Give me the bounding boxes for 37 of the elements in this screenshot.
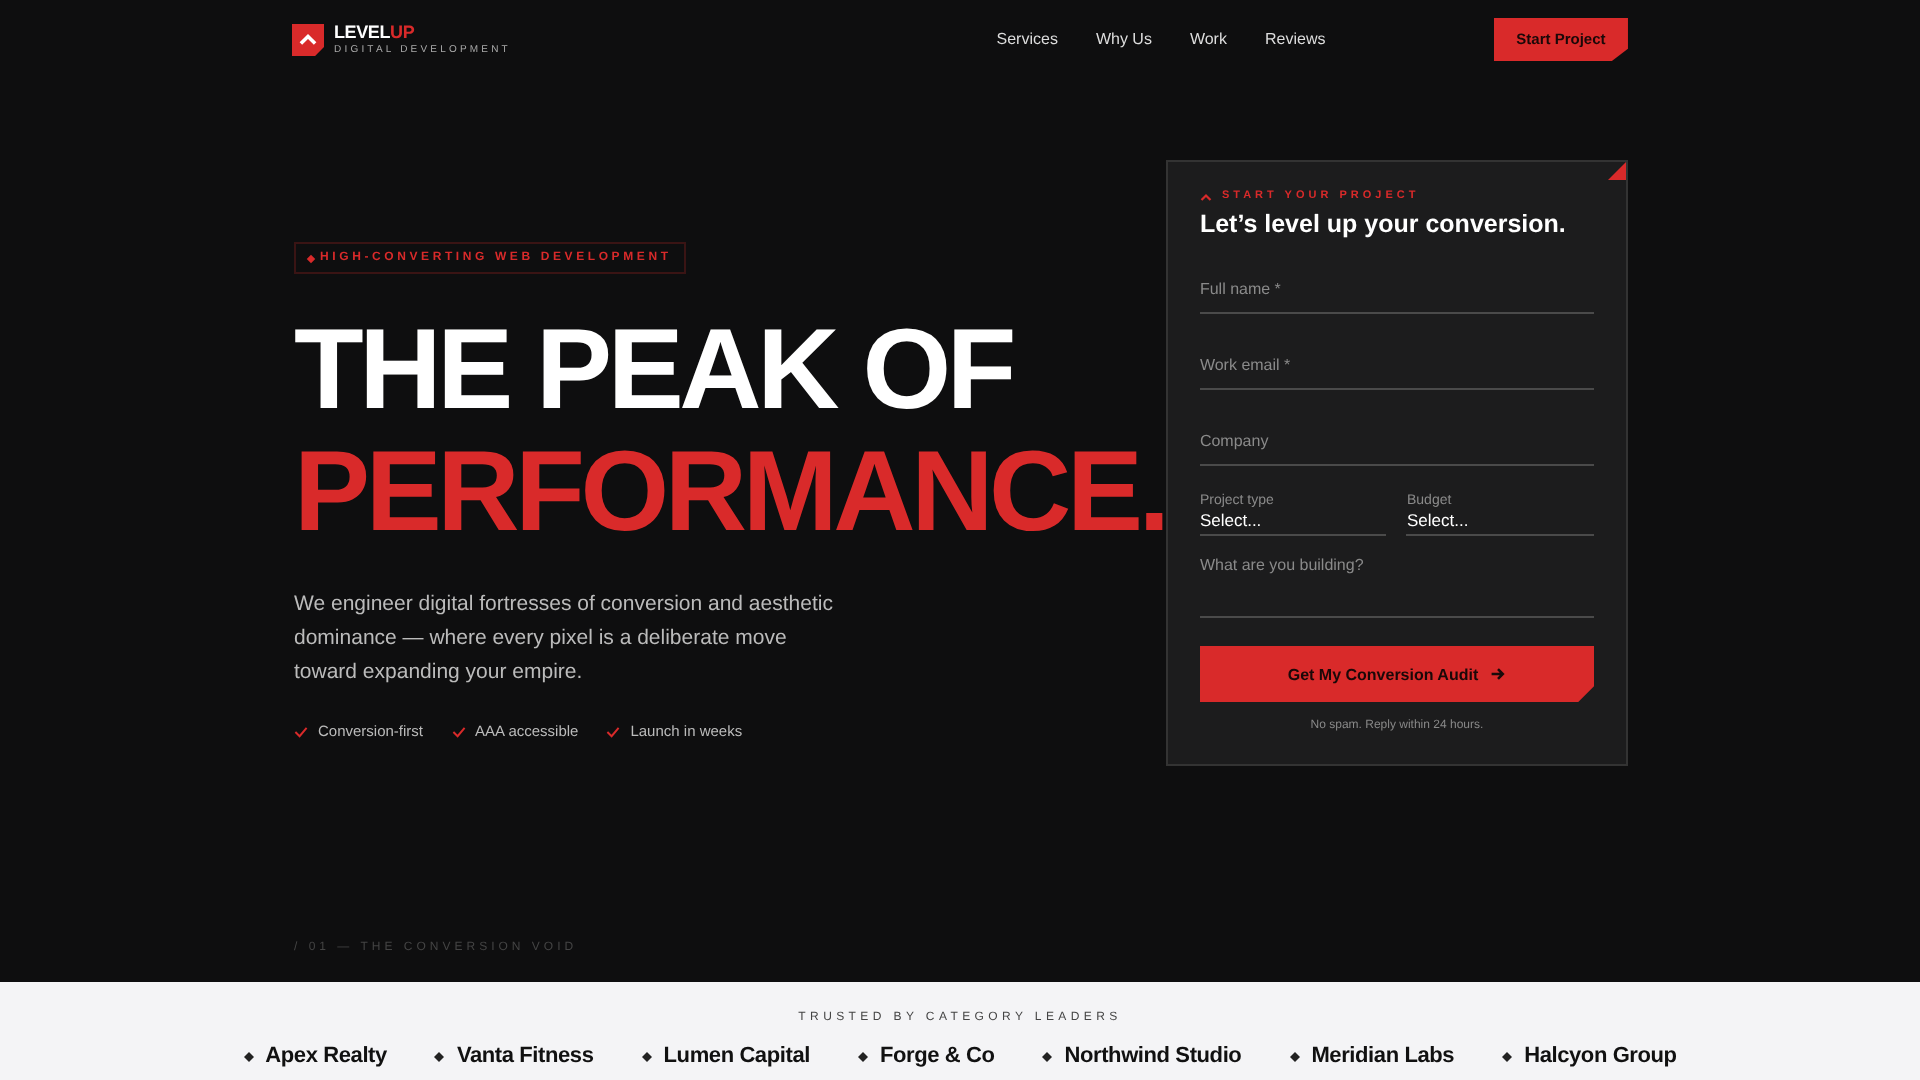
nav-link[interactable]: Services [996,30,1058,48]
client-name: Apex Realty [265,1044,387,1068]
select-field[interactable]: Select... [1199,510,1387,530]
diamond-icon [1042,1051,1053,1061]
diamond-icon [641,1051,652,1061]
check-icon [606,725,621,737]
nav-link[interactable]: Work [1189,30,1227,48]
client-name: Forge & Co [879,1044,995,1068]
input-field[interactable]: Full name * [1199,266,1594,314]
diamond-icon [857,1051,868,1061]
submit-button[interactable]: Get My Conversion Audit [1199,646,1594,702]
diamond-icon [243,1051,254,1061]
form-title: Let’s level up your conversion. [1199,210,1568,238]
hero-title: THE PEAK OF [294,310,1015,432]
input-field[interactable]: Company [1199,418,1594,466]
nav-link[interactable]: Reviews [1264,30,1326,48]
nav-link[interactable]: Why Us [1095,30,1152,48]
select-field[interactable]: Select... [1406,510,1595,530]
client-name: Vanta Fitness [456,1044,594,1068]
diamond-icon [434,1051,445,1061]
client-name: Meridian Labs [1311,1044,1455,1068]
hero-description: We engineer digital fortresses of conversion and aesthetic dominance — where every pixel is a deliberate move toward expanding your empire. [294,590,835,688]
corner-mark-icon [1608,162,1626,180]
check-icon [451,725,466,737]
client-name: Northwind Studio [1064,1044,1242,1068]
caret-up-icon [1199,191,1212,201]
check-icon [294,725,308,737]
arrow-right-icon [1490,666,1507,682]
logo-icon [292,23,324,55]
diamond-icon [1502,1051,1513,1061]
brand-name[interactable]: LEVELUP [334,23,511,41]
client-name: Halcyon Group [1524,1044,1677,1068]
diamond-icon [1289,1051,1300,1061]
input-field[interactable]: Work email * [1199,342,1594,390]
message-field[interactable]: What are you building? [1199,556,1594,618]
client-name: Lumen Capital [663,1044,810,1068]
hero-title-accent: PERFORMANCE. [294,432,1166,554]
